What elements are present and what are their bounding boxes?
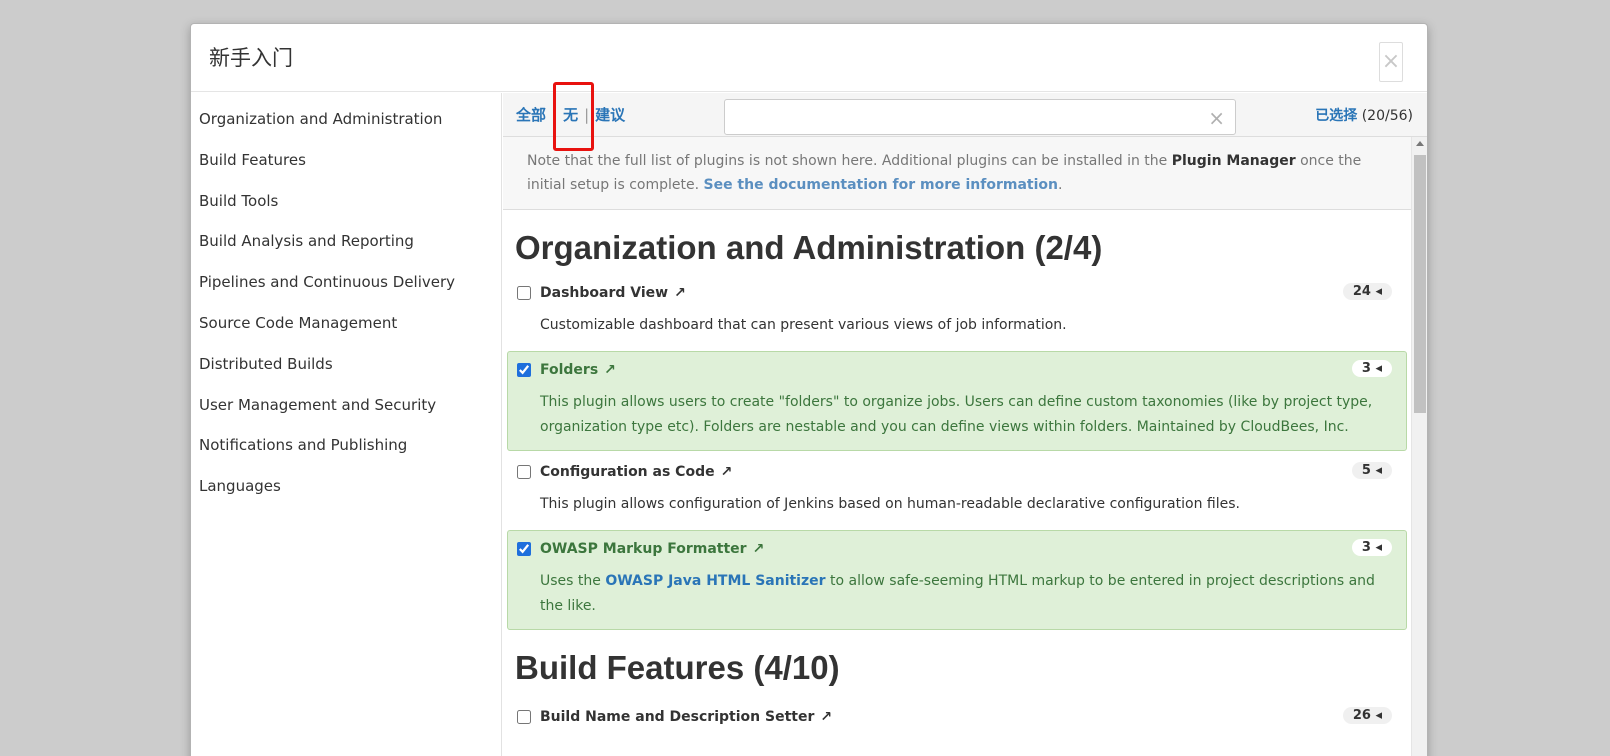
clear-search-icon[interactable]: × <box>1208 106 1225 130</box>
notice-period: . <box>1057 177 1063 193</box>
plugin-name: Build Name and Description Setter ↗ <box>540 707 1394 727</box>
plugin-manager-text: Plugin Manager <box>1171 153 1296 169</box>
plugin-description: This plugin allows users to create "fold… <box>540 394 1373 435</box>
dependency-badge[interactable]: 24 ◂ <box>1342 283 1392 300</box>
plugin-notice: Note that the full list of plugins is no… <box>503 137 1411 210</box>
external-link-icon[interactable]: ↗ <box>604 362 616 378</box>
sidebar-item-user-management[interactable]: User Management and Security <box>191 393 501 434</box>
select-none-link[interactable]: 无 <box>563 104 578 125</box>
sidebar-item-build-tools[interactable]: Build Tools <box>191 189 501 230</box>
plugin-name-text: Dashboard View <box>540 285 669 301</box>
close-button[interactable]: × <box>1379 42 1403 82</box>
plugin-description: This plugin allows configuration of Jenk… <box>540 496 1240 512</box>
dependency-badge[interactable]: 5 ◂ <box>1351 462 1392 479</box>
category-organization-and-administration: Organization and Administration (2/4) Da… <box>503 210 1411 630</box>
plugin-folders[interactable]: Folders ↗ 3 ◂ This plugin allows users to… <box>507 351 1407 451</box>
sidebar-item-organization-and-administration[interactable]: Organization and Administration <box>191 107 501 148</box>
plugin-name: Configuration as Code ↗ <box>540 462 1394 482</box>
search-input[interactable] <box>725 100 1195 134</box>
plugin-dashboard-view[interactable]: Dashboard View ↗ 24 ◂ Customizable dashbo… <box>507 274 1407 349</box>
sidebar-item-distributed-builds[interactable]: Distributed Builds <box>191 352 501 393</box>
plugin-checkbox[interactable] <box>517 710 531 724</box>
dependency-badge[interactable]: 3 ◂ <box>1351 539 1392 556</box>
category-sidebar: Organization and Administration Build Fe… <box>191 93 502 756</box>
plugin-checkbox[interactable] <box>517 286 531 300</box>
documentation-link[interactable]: See the documentation for more informati… <box>703 177 1057 193</box>
plugin-checkbox[interactable] <box>517 542 531 556</box>
external-link-icon[interactable]: ↗ <box>674 285 686 301</box>
dependency-badge[interactable]: 3 ◂ <box>1351 360 1392 377</box>
selected-count: 已选择 (20/56) <box>1315 105 1413 125</box>
plugin-name: Folders ↗ <box>540 360 1394 380</box>
plugin-search: × <box>724 99 1236 135</box>
sidebar-item-source-code-management[interactable]: Source Code Management <box>191 311 501 352</box>
plugin-name: Dashboard View ↗ <box>540 283 1394 303</box>
sidebar-item-build-features[interactable]: Build Features <box>191 148 501 189</box>
selected-label-link[interactable]: 已选择 <box>1315 108 1357 124</box>
plugin-description: Customizable dashboard that can present … <box>540 317 1067 333</box>
select-all-link[interactable]: 全部 <box>516 104 546 125</box>
selected-count-value: (20/56) <box>1361 108 1413 124</box>
plugin-build-name-setter[interactable]: Build Name and Description Setter ↗ 26 ◂ <box>507 698 1407 738</box>
sidebar-item-pipelines[interactable]: Pipelines and Continuous Delivery <box>191 270 501 311</box>
plugin-configuration-as-code[interactable]: Configuration as Code ↗ 5 ◂ This plugin a… <box>507 453 1407 528</box>
sidebar-item-notifications[interactable]: Notifications and Publishing <box>191 433 501 474</box>
selection-links: 全部 | 无 | 建议 <box>516 104 625 125</box>
external-link-icon[interactable]: ↗ <box>721 464 733 480</box>
scrollbar[interactable] <box>1411 137 1427 756</box>
setup-wizard-modal: 新手入门 × Organization and Administration B… <box>190 23 1428 756</box>
notice-text-before: Note that the full list of plugins is no… <box>527 153 1172 169</box>
dependency-badge[interactable]: 26 ◂ <box>1342 707 1392 724</box>
category-title: Build Features (4/10) <box>515 649 840 686</box>
plugin-checkbox[interactable] <box>517 363 531 377</box>
category-build-features: Build Features (4/10) Build Name and Des… <box>503 630 1411 738</box>
separator: | <box>552 105 558 124</box>
plugin-name-text: Folders <box>540 362 599 378</box>
plugin-name-text: OWASP Markup Formatter <box>540 541 747 557</box>
scroll-thumb[interactable] <box>1414 155 1426 413</box>
external-link-icon[interactable]: ↗ <box>820 709 832 725</box>
plugin-toolbar: 全部 | 无 | 建议 × 已选择 (20/56) <box>503 93 1427 137</box>
plugin-description: Uses the OWASP Java HTML Sanitizer to al… <box>540 569 1394 619</box>
plugin-name: OWASP Markup Formatter ↗ <box>540 539 1394 559</box>
sidebar-item-languages[interactable]: Languages <box>191 474 501 515</box>
category-title: Organization and Administration (2/4) <box>515 229 1103 266</box>
owasp-sanitizer-link[interactable]: OWASP Java HTML Sanitizer <box>605 573 825 589</box>
modal-title: 新手入门 <box>209 46 293 70</box>
plugin-list: Note that the full list of plugins is no… <box>503 137 1411 756</box>
separator: | <box>584 105 590 124</box>
external-link-icon[interactable]: ↗ <box>753 541 765 557</box>
scroll-up-arrow-icon[interactable] <box>1416 141 1424 146</box>
plugin-name-text: Build Name and Description Setter <box>540 709 815 725</box>
modal-header: 新手入门 × <box>191 24 1427 92</box>
select-suggested-link[interactable]: 建议 <box>595 104 625 125</box>
plugin-name-text: Configuration as Code <box>540 464 715 480</box>
plugin-checkbox[interactable] <box>517 465 531 479</box>
sidebar-item-build-analysis-and-reporting[interactable]: Build Analysis and Reporting <box>191 229 501 270</box>
desc-text-before: Uses the <box>540 573 606 589</box>
plugin-owasp-markup-formatter[interactable]: OWASP Markup Formatter ↗ 3 ◂ Uses the OWA… <box>507 530 1407 630</box>
